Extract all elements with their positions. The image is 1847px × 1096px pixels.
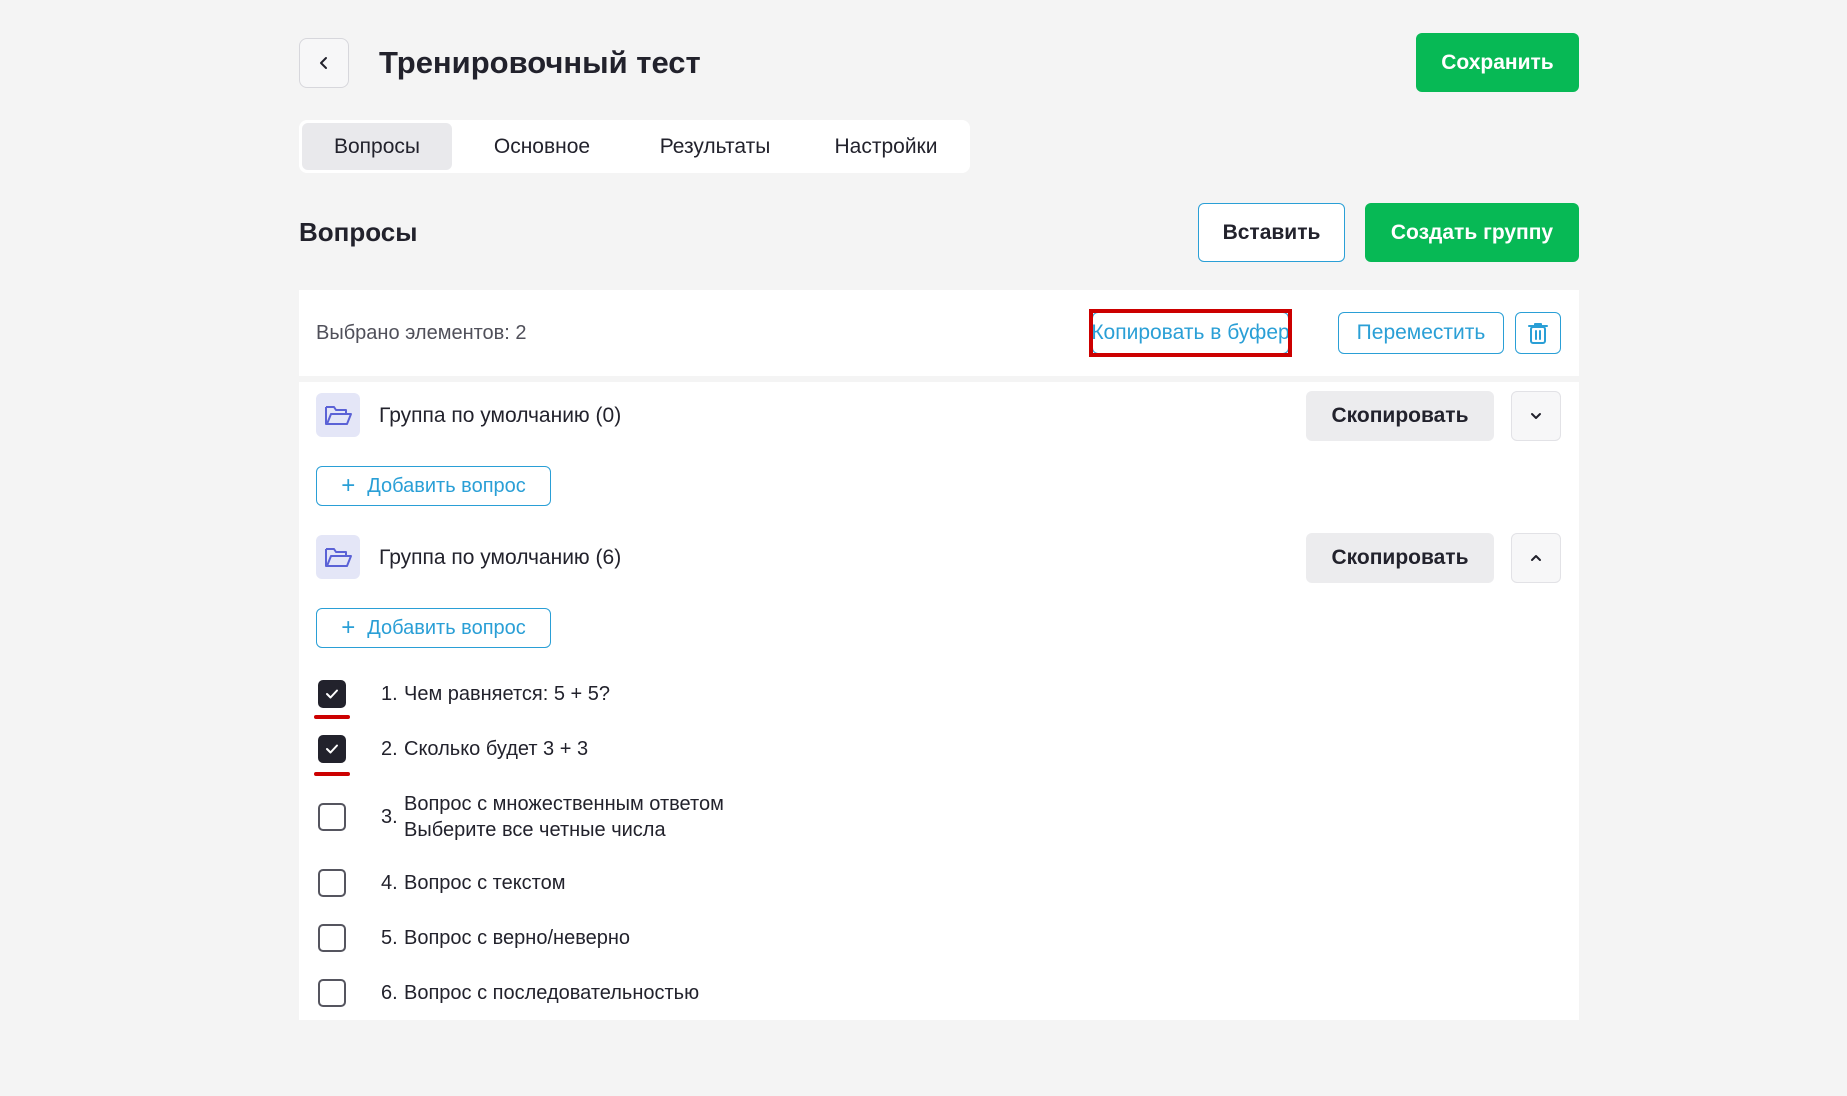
chevron-down-icon bbox=[1531, 413, 1541, 419]
create-group-button[interactable]: Создать группу bbox=[1365, 203, 1579, 262]
question-number: 3. bbox=[381, 806, 398, 828]
question-text-line: Выберите все четные числа bbox=[404, 819, 666, 841]
question-row: 4. Вопрос с текстом bbox=[299, 869, 1579, 909]
plus-icon: + bbox=[341, 472, 356, 499]
question-text[interactable]: Вопрос с текстом bbox=[404, 869, 566, 897]
folder-tile bbox=[316, 535, 360, 579]
tab-results[interactable]: Результаты bbox=[633, 123, 797, 170]
question-text-line: Чем равняется: 5 + 5? bbox=[404, 683, 611, 705]
question-text-line: Вопрос с последовательностью bbox=[404, 982, 700, 1004]
question-row: 5. Вопрос с верно/неверно bbox=[299, 924, 1579, 964]
folder-open-icon bbox=[325, 548, 352, 567]
question-checkbox[interactable] bbox=[318, 924, 346, 952]
question-text[interactable]: Сколько будет 3 + 3 bbox=[404, 735, 588, 763]
page-title: Тренировочный тест bbox=[379, 45, 701, 80]
checkmark-icon bbox=[326, 689, 338, 699]
group-name: Группа по умолчанию (6) bbox=[379, 546, 622, 569]
question-text-line: Вопрос с верно/неверно bbox=[404, 927, 631, 949]
question-number: 4. bbox=[381, 872, 398, 894]
back-button[interactable] bbox=[299, 38, 349, 88]
question-text-line: Сколько будет 3 + 3 bbox=[404, 738, 589, 760]
add-question-button[interactable]: + Добавить вопрос bbox=[316, 608, 551, 648]
delete-button[interactable] bbox=[1515, 312, 1561, 354]
selected-count: Выбрано элементов: 2 bbox=[316, 322, 527, 344]
chevron-left-icon bbox=[320, 57, 327, 69]
checkmark-icon bbox=[326, 744, 338, 754]
question-checkbox[interactable] bbox=[318, 735, 346, 763]
save-button[interactable]: Сохранить bbox=[1416, 33, 1579, 92]
selection-underline bbox=[314, 715, 350, 719]
trash-icon bbox=[1528, 323, 1548, 344]
tab-settings[interactable]: Настройки bbox=[807, 123, 965, 170]
group-row: Группа по умолчанию (6) Скопировать bbox=[299, 533, 1579, 583]
question-number: 6. bbox=[381, 982, 398, 1004]
add-question-button[interactable]: + Добавить вопрос bbox=[316, 466, 551, 506]
question-text-line: Вопрос с текстом bbox=[404, 872, 566, 894]
selection-underline bbox=[314, 772, 350, 776]
section-title: Вопросы bbox=[299, 217, 418, 247]
tab-main[interactable]: Основное bbox=[462, 123, 622, 170]
question-text-line: Вопрос с множественным ответом bbox=[404, 793, 724, 815]
question-row: 1. Чем равняется: 5 + 5? bbox=[299, 680, 1579, 730]
question-row: 2. Сколько будет 3 + 3 bbox=[299, 735, 1579, 785]
group-collapse-button[interactable] bbox=[1511, 533, 1561, 583]
group-row: Группа по умолчанию (0) Скопировать bbox=[299, 391, 1579, 441]
folder-open-icon bbox=[325, 406, 352, 425]
questions-panel: Группа по умолчанию (0) Скопировать + До… bbox=[299, 382, 1579, 1020]
add-question-label: Добавить вопрос bbox=[367, 616, 526, 639]
group-copy-button[interactable]: Скопировать bbox=[1306, 391, 1494, 441]
plus-icon: + bbox=[341, 614, 356, 641]
question-checkbox[interactable] bbox=[318, 803, 346, 831]
copy-to-clipboard-button[interactable]: Копировать в буфер bbox=[1091, 312, 1290, 354]
paste-button[interactable]: Вставить bbox=[1198, 203, 1345, 262]
question-text[interactable]: Чем равняется: 5 + 5? bbox=[404, 680, 610, 708]
question-row: 6. Вопрос с последовательностью bbox=[299, 979, 1579, 1019]
tab-bar: Вопросы Основное Результаты Настройки bbox=[299, 120, 970, 173]
question-row: 3. Вопрос с множественным ответом Выбери… bbox=[299, 790, 1579, 850]
folder-tile bbox=[316, 393, 360, 437]
group-expand-button[interactable] bbox=[1511, 391, 1561, 441]
selection-bar: Выбрано элементов: 2 Копировать в буфер … bbox=[299, 290, 1579, 376]
tab-questions[interactable]: Вопросы bbox=[302, 123, 452, 170]
group-name: Группа по умолчанию (0) bbox=[379, 404, 622, 427]
question-text[interactable]: Вопрос с последовательностью bbox=[404, 979, 699, 1007]
add-question-label: Добавить вопрос bbox=[367, 474, 526, 497]
move-button[interactable]: Переместить bbox=[1338, 312, 1504, 354]
question-checkbox[interactable] bbox=[318, 869, 346, 897]
question-number: 1. bbox=[381, 683, 398, 705]
question-text[interactable]: Вопрос с множественным ответом Выберите … bbox=[404, 791, 724, 843]
group-copy-button[interactable]: Скопировать bbox=[1306, 533, 1494, 583]
question-number: 2. bbox=[381, 738, 398, 760]
question-number: 5. bbox=[381, 927, 398, 949]
question-text[interactable]: Вопрос с верно/неверно bbox=[404, 924, 630, 952]
question-checkbox[interactable] bbox=[318, 680, 346, 708]
question-checkbox[interactable] bbox=[318, 979, 346, 1007]
chevron-up-icon bbox=[1531, 555, 1541, 561]
